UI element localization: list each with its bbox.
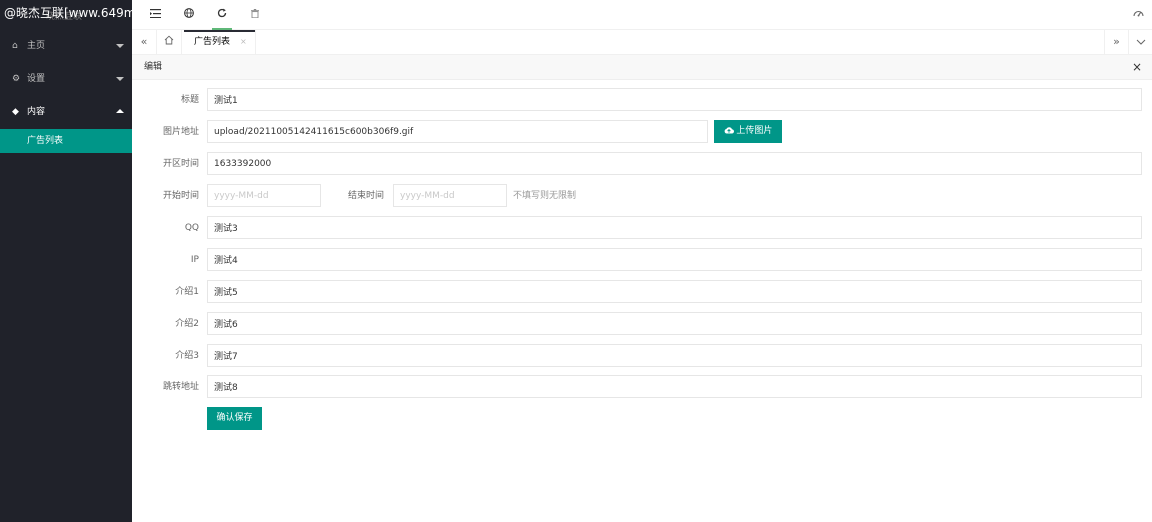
form-row-time-range: 开始时间 结束时间 不填写则无限制 [132, 184, 1152, 208]
jump-url-input[interactable] [207, 375, 1142, 398]
form-row-title: 标题 [132, 88, 1152, 112]
image-url-input[interactable] [207, 120, 708, 143]
form-row-qq: QQ [132, 216, 1152, 240]
sidebar-item-home[interactable]: ⌂ 主页 [0, 30, 132, 63]
close-icon[interactable]: × [1132, 55, 1142, 80]
sidebar: 晓杰互联 @晓杰互联[www.649m ⌂ 主页 ⚙ 设置 ◆ 内容 广告列表 [0, 0, 132, 522]
sidebar-item-settings[interactable]: ⚙ 设置 [0, 63, 132, 96]
logo[interactable]: 晓杰互联 @晓杰互联[www.649m [0, 0, 132, 30]
sidebar-item-label: 设置 [27, 74, 46, 84]
title-label: 标题 [180, 95, 199, 105]
globe-icon[interactable] [172, 0, 206, 30]
panel-title-text: 编辑 [144, 62, 163, 72]
intro3-input[interactable] [207, 344, 1142, 367]
start-date-input[interactable] [207, 184, 321, 207]
theme-icon[interactable] [1133, 0, 1144, 30]
intro1-label: 介绍1 [175, 287, 199, 297]
gear-icon: ⚙ [12, 74, 21, 84]
form-row-image: 图片地址 上传图片 [132, 120, 1152, 144]
intro2-label: 介绍2 [175, 319, 199, 329]
submenu: 广告列表 [0, 129, 132, 153]
form-row-jump: 跳转地址 [132, 375, 1152, 399]
top-header [132, 0, 1152, 30]
tab-label: 广告列表 [194, 37, 231, 47]
intro2-input[interactable] [207, 312, 1142, 335]
qq-label: QQ [184, 223, 199, 233]
chevron-down-icon [116, 44, 124, 48]
form-row-intro2: 介绍2 [132, 312, 1152, 336]
form-row-intro1: 介绍1 [132, 280, 1152, 304]
cloud-upload-icon [724, 127, 734, 134]
refresh-icon[interactable] [205, 0, 239, 30]
sidebar-item-label: 内容 [27, 107, 46, 117]
chevron-down-icon [116, 77, 124, 81]
home-tab-icon[interactable] [157, 30, 182, 54]
open-time-label: 开区时间 [162, 159, 199, 169]
diamond-icon: ◆ [12, 107, 19, 117]
trash-icon[interactable] [238, 0, 272, 30]
tab-scroll-right-icon[interactable]: » [1104, 30, 1128, 54]
tab-scroll-left-icon[interactable]: « [132, 30, 157, 54]
chevron-down-icon[interactable] [1128, 30, 1152, 54]
title-input[interactable] [207, 88, 1142, 111]
end-date-input[interactable] [393, 184, 507, 207]
image-label: 图片地址 [162, 127, 199, 137]
panel-title: 编辑 × [132, 55, 1152, 80]
intro3-label: 介绍3 [175, 351, 199, 361]
tab-bar: « 广告列表 × » [132, 30, 1152, 55]
close-icon[interactable]: × [240, 37, 247, 46]
intro1-input[interactable] [207, 280, 1142, 303]
time-hint: 不填写则无限制 [513, 191, 577, 201]
sidebar-item-content[interactable]: ◆ 内容 [0, 96, 132, 129]
upload-button-label: 上传图片 [736, 126, 773, 136]
qq-input[interactable] [207, 216, 1142, 239]
ip-label: IP [190, 255, 199, 265]
sidebar-item-label: 主页 [27, 41, 46, 51]
edit-panel: 编辑 × 标题 图片地址 上传图片 开区时间 开始时间 结束时间 不填写则无限制 [132, 55, 1152, 522]
save-button[interactable]: 确认保存 [207, 407, 262, 430]
jump-url-label: 跳转地址 [162, 382, 199, 392]
home-icon: ⌂ [12, 41, 18, 51]
upload-image-button[interactable]: 上传图片 [714, 120, 782, 143]
end-time-label: 结束时间 [347, 191, 384, 201]
chevron-up-icon [116, 109, 124, 113]
open-time-input[interactable] [207, 152, 1142, 175]
watermark: @晓杰互联[www.649m [4, 6, 132, 20]
start-time-label: 开始时间 [162, 191, 199, 201]
sidebar-subitem-ad-list[interactable]: 广告列表 [0, 129, 132, 153]
form-row-open-time: 开区时间 [132, 152, 1152, 176]
ip-input[interactable] [207, 248, 1142, 271]
form-row-submit: 确认保存 [132, 407, 1152, 431]
form-row-intro3: 介绍3 [132, 344, 1152, 368]
menu-fold-icon[interactable] [138, 0, 172, 30]
tab-ad-list[interactable]: 广告列表 × [184, 30, 256, 54]
form-row-ip: IP [132, 248, 1152, 272]
